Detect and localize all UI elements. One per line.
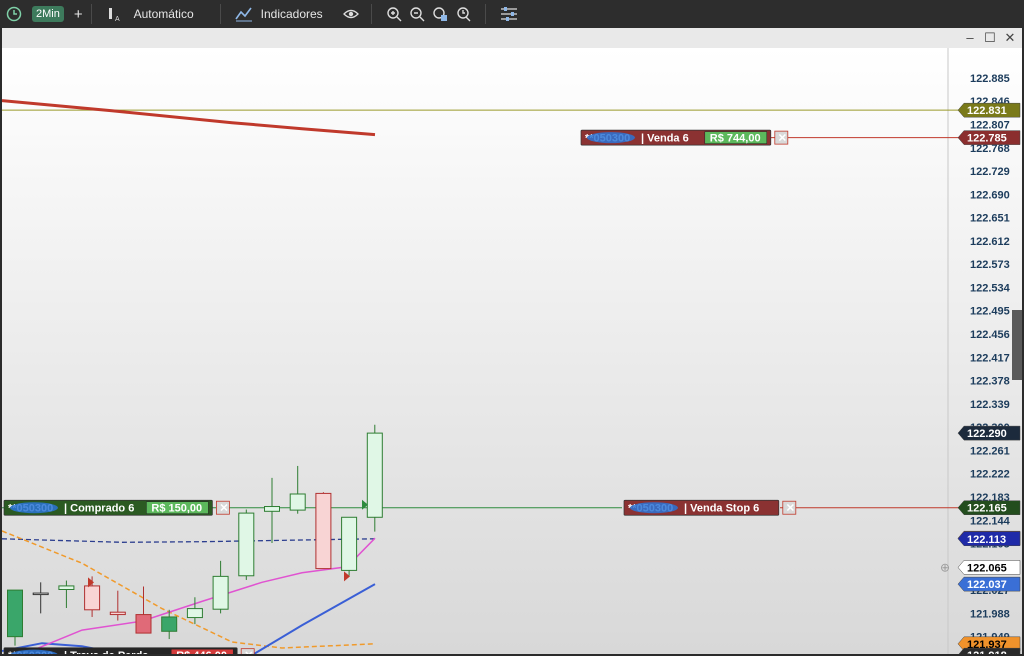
candle-body xyxy=(366,432,383,518)
y-tick-label: 122.612 xyxy=(970,236,1010,248)
price-tag-label: 122.290 xyxy=(967,428,1007,440)
eye-icon[interactable] xyxy=(342,3,359,25)
y-tick-label: 122.885 xyxy=(970,73,1010,85)
sell-stop-order-label: | Venda Stop 6 xyxy=(684,503,759,515)
candle-body xyxy=(135,614,152,634)
moving-averages xyxy=(2,99,376,654)
candle-body xyxy=(289,493,306,511)
position-order-pnl: R$ 150,00 xyxy=(151,503,202,515)
candle-body xyxy=(109,611,126,616)
chart-toolbar: 2Min + A Automático Indicadores xyxy=(0,0,1024,28)
add-timeframe-button[interactable]: + xyxy=(74,3,83,25)
price-tag-label: 122.165 xyxy=(967,503,1007,515)
zoom-fit-icon[interactable] xyxy=(432,3,448,25)
chart-area[interactable]: 122.885 122.846 122.807 122.768 122.729 122.6… xyxy=(2,48,1022,654)
ma-long-line xyxy=(2,99,376,137)
sell-limit-order-label: | Venda 6 xyxy=(641,133,689,145)
price-tag-label: 121.918 xyxy=(967,650,1007,654)
y-tick-label: 122.690 xyxy=(970,189,1010,201)
position-order-label: | Comprado 6 xyxy=(64,503,134,515)
candle-body xyxy=(341,516,358,571)
y-tick-label: 122.807 xyxy=(970,119,1010,131)
y-tick-label: 122.378 xyxy=(970,376,1010,388)
price-tag-label: 122.065 xyxy=(967,562,1007,574)
y-tick-label: 121.988 xyxy=(970,608,1010,620)
scale-mode-button[interactable]: Automático xyxy=(134,3,194,25)
price-tag-label: 122.831 xyxy=(967,105,1007,117)
price-chart[interactable]: 122.885122.846122.807122.768122.729122.6… xyxy=(2,48,1022,654)
ma-blue-line xyxy=(2,583,376,654)
stop-loss-order-pnl: R$ 446,00 xyxy=(176,650,227,654)
indicators-icon[interactable] xyxy=(234,3,253,25)
timeframe-label: 2Min xyxy=(32,6,64,22)
redaction-mark xyxy=(10,502,58,514)
zoom-reset-icon[interactable] xyxy=(455,3,471,25)
window-titlebar: – ☐ ✕ xyxy=(2,28,1022,49)
candle-body xyxy=(7,589,23,638)
scale-mode-icon[interactable]: A xyxy=(106,3,122,25)
candle-body xyxy=(32,592,49,596)
y-tick-label: 122.729 xyxy=(970,166,1010,178)
redaction-mark xyxy=(630,502,678,514)
candle-body xyxy=(84,585,101,611)
candle-body xyxy=(212,575,229,610)
clock-icon[interactable] xyxy=(6,3,22,25)
price-tag-label: 122.037 xyxy=(967,579,1007,591)
indicators-button[interactable]: Indicadores xyxy=(261,3,323,25)
close-icon[interactable]: ✕ xyxy=(1002,30,1018,46)
order-labels[interactable]: **050300| Venda 6R$ 744,00✕**050300| Com… xyxy=(3,129,797,654)
toolbar-divider xyxy=(219,4,221,24)
y-tick-label: 122.339 xyxy=(970,399,1010,411)
svg-text:A: A xyxy=(115,16,120,22)
y-tick-label: 122.534 xyxy=(970,282,1011,294)
minimize-icon[interactable]: – xyxy=(962,30,978,46)
y-tick-label: 122.144 xyxy=(970,515,1011,527)
y-tick-label: 122.456 xyxy=(970,329,1010,341)
zoom-in-icon[interactable] xyxy=(386,3,402,25)
y-tick-label: 122.417 xyxy=(970,352,1010,364)
y-tick-label: 122.495 xyxy=(970,306,1010,318)
crosshair-icon: ⊕ xyxy=(940,560,950,574)
y-tick-label: 122.222 xyxy=(970,469,1010,481)
close-icon: ✕ xyxy=(778,133,787,145)
redaction-mark xyxy=(587,132,635,144)
candle-body xyxy=(161,616,178,632)
stop-loss-order-label: | Trava de Perda xyxy=(64,650,149,654)
close-icon: ✕ xyxy=(786,503,795,515)
candle-body xyxy=(58,585,75,591)
timeframe-button[interactable]: 2Min xyxy=(32,3,64,25)
sell-limit-order-pnl: R$ 744,00 xyxy=(710,133,761,145)
axis-scroll-handle[interactable] xyxy=(1012,310,1022,380)
candle-body xyxy=(238,512,255,577)
close-icon: ✕ xyxy=(244,650,253,654)
toolbar-divider xyxy=(90,4,92,24)
price-tag-label: 122.785 xyxy=(967,133,1007,145)
candle-body xyxy=(264,506,280,512)
close-icon: ✕ xyxy=(219,503,228,515)
toolbar-divider xyxy=(484,4,486,24)
candle-body xyxy=(186,608,203,619)
candle-body xyxy=(315,492,332,570)
y-tick-label: 122.261 xyxy=(970,445,1010,457)
y-tick-label: 122.651 xyxy=(970,213,1010,225)
order-lines xyxy=(2,109,960,509)
maximize-icon[interactable]: ☐ xyxy=(982,30,998,46)
settings-sliders-icon[interactable] xyxy=(500,3,518,25)
toolbar-divider xyxy=(370,4,372,24)
zoom-out-icon[interactable] xyxy=(409,3,425,25)
y-tick-label: 122.573 xyxy=(970,259,1010,271)
price-tag-label: 122.113 xyxy=(967,534,1006,546)
